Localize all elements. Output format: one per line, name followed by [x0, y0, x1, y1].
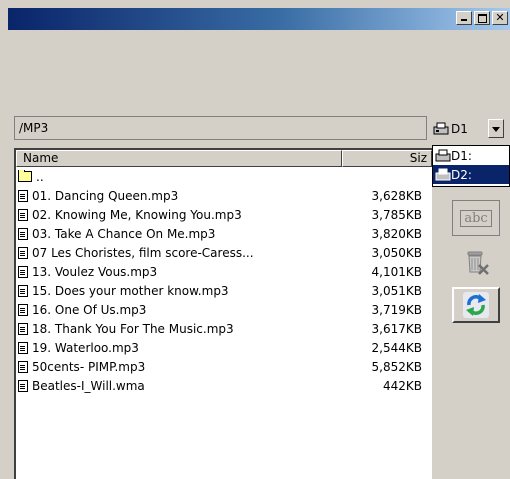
- file-size: 4,101KB: [371, 264, 422, 279]
- drive-icon: [433, 122, 449, 136]
- window-controls: ✕: [456, 11, 508, 25]
- file-size: 3,820KB: [371, 226, 422, 241]
- file-size: 2,544KB: [371, 340, 422, 355]
- title-bar: ✕: [8, 8, 510, 30]
- column-header-size[interactable]: Siz: [342, 150, 432, 167]
- file-icon: [18, 265, 28, 278]
- file-row[interactable]: 16. One Of Us.mp3 3,719KB: [16, 300, 432, 319]
- file-size: 442KB: [382, 378, 422, 393]
- drive-option-d1[interactable]: D1:: [433, 146, 509, 165]
- minimize-button[interactable]: [456, 11, 472, 25]
- refresh-button[interactable]: [452, 287, 500, 323]
- file-name: Beatles-I_Will.wma: [32, 378, 145, 393]
- file-row[interactable]: 15. Does your mother know.mp3 3,051KB: [16, 281, 432, 300]
- file-icon: [18, 303, 28, 316]
- file-icon: [18, 246, 28, 259]
- file-name: 18. Thank You For The Music.mp3: [32, 321, 234, 336]
- file-name-cell: 07 Les Choristes, film score-Caress...: [16, 246, 338, 260]
- file-row[interactable]: 03. Take A Chance On Me.mp3 3,820KB: [16, 224, 432, 243]
- file-name-cell: 15. Does your mother know.mp3: [16, 284, 338, 298]
- file-row[interactable]: 18. Thank You For The Music.mp3 3,617KB: [16, 319, 432, 338]
- file-size: 3,628KB: [371, 188, 422, 203]
- file-icon: [18, 208, 28, 221]
- close-button[interactable]: ✕: [492, 11, 508, 25]
- file-size: 3,051KB: [371, 283, 422, 298]
- file-row[interactable]: 02. Knowing Me, Knowing You.mp3 3,785KB: [16, 205, 432, 224]
- rename-icon: abc: [460, 209, 492, 227]
- file-list: Name Siz .. 01. Dancing Queen.mp3 3,628KB…: [14, 148, 432, 479]
- path-field[interactable]: /MP3: [14, 116, 427, 140]
- file-name-cell: Beatles-I_Will.wma: [16, 379, 338, 393]
- file-name: 50cents- PIMP.mp3: [32, 359, 146, 374]
- file-name: 15. Does your mother know.mp3: [32, 283, 229, 298]
- file-size: 3,785KB: [371, 207, 422, 222]
- parent-dir-row[interactable]: ..: [16, 167, 432, 186]
- maximize-button[interactable]: [474, 11, 490, 25]
- file-name-cell: 50cents- PIMP.mp3: [16, 360, 338, 374]
- file-name-cell: 19. Waterloo.mp3: [16, 341, 338, 355]
- chevron-down-icon[interactable]: [488, 119, 504, 138]
- file-name-cell: 18. Thank You For The Music.mp3: [16, 322, 338, 336]
- folder-icon: [18, 169, 32, 182]
- file-icon: [18, 227, 28, 240]
- drive-selector[interactable]: D1: [432, 118, 504, 140]
- drive-icon: [435, 149, 451, 163]
- parent-dir-label: ..: [36, 169, 44, 184]
- file-icon: [18, 379, 28, 392]
- column-header-name[interactable]: Name: [16, 150, 342, 167]
- file-name-cell: 01. Dancing Queen.mp3: [16, 189, 338, 203]
- file-row[interactable]: 13. Voulez Vous.mp3 4,101KB: [16, 262, 432, 281]
- file-list-header: Name Siz: [16, 150, 432, 167]
- file-name: 02. Knowing Me, Knowing You.mp3: [32, 207, 242, 222]
- file-icon: [18, 284, 28, 297]
- file-row[interactable]: 01. Dancing Queen.mp3 3,628KB: [16, 186, 432, 205]
- drive-option-d2[interactable]: D2:: [433, 165, 509, 184]
- file-name-cell: 13. Voulez Vous.mp3: [16, 265, 338, 279]
- parent-dir-cell: ..: [16, 169, 338, 184]
- file-name-cell: 02. Knowing Me, Knowing You.mp3: [16, 208, 338, 222]
- file-name: 13. Voulez Vous.mp3: [32, 264, 158, 279]
- drive-icon: [435, 168, 451, 182]
- refresh-icon: [463, 292, 489, 318]
- file-row[interactable]: Beatles-I_Will.wma 442KB: [16, 376, 432, 395]
- file-row[interactable]: 50cents- PIMP.mp3 5,852KB: [16, 357, 432, 376]
- drive-option-label: D2:: [451, 167, 472, 182]
- file-name-cell: 16. One Of Us.mp3: [16, 303, 338, 317]
- file-name: 07 Les Choristes, film score-Caress...: [32, 245, 254, 260]
- file-size: 3,050KB: [371, 245, 422, 260]
- file-icon: [18, 360, 28, 373]
- file-row[interactable]: 19. Waterloo.mp3 2,544KB: [16, 338, 432, 357]
- file-icon: [18, 341, 28, 354]
- delete-icon: [467, 251, 489, 275]
- file-icon: [18, 322, 28, 335]
- file-name-cell: 03. Take A Chance On Me.mp3: [16, 227, 338, 241]
- drive-dropdown-list: D1: D2:: [432, 145, 510, 187]
- drive-option-label: D1:: [451, 148, 472, 163]
- drive-selected-label: D1: [451, 122, 468, 136]
- file-size: 5,852KB: [371, 359, 422, 374]
- delete-button[interactable]: [452, 245, 500, 281]
- file-icon: [18, 189, 28, 202]
- rename-button[interactable]: abc: [452, 200, 500, 236]
- file-name: 19. Waterloo.mp3: [32, 340, 139, 355]
- file-size: 3,719KB: [371, 302, 422, 317]
- file-name: 01. Dancing Queen.mp3: [32, 188, 179, 203]
- file-row[interactable]: 07 Les Choristes, film score-Caress... 3,…: [16, 243, 432, 262]
- file-size: 3,617KB: [371, 321, 422, 336]
- file-name: 16. One Of Us.mp3: [32, 302, 147, 317]
- file-name: 03. Take A Chance On Me.mp3: [32, 226, 216, 241]
